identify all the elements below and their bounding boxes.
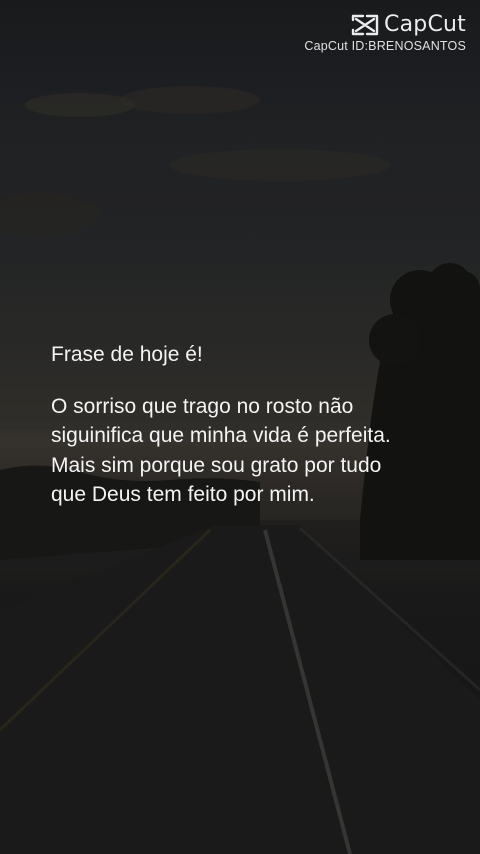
quote-line: que Deus tem feito por mim.: [51, 483, 315, 506]
watermark-brand: CapCut: [384, 12, 466, 37]
quote-block: Frase de hoje é! O sorriso que trago no …: [51, 340, 471, 510]
watermark-logo-row: CapCut: [304, 12, 466, 37]
quote-line: siguinifica que minha vida é perfeita.: [51, 424, 391, 447]
capcut-watermark: CapCut CapCut ID:BRENOSANTOS: [304, 12, 466, 53]
video-frame: CapCut CapCut ID:BRENOSANTOS Frase de ho…: [0, 0, 480, 854]
quote-line: O sorriso que trago no rosto não: [51, 394, 354, 418]
capcut-logo-icon: [351, 14, 379, 35]
watermark-id: CapCut ID:BRENOSANTOS: [304, 39, 466, 53]
quote-heading: Frase de hoje é!: [51, 343, 203, 366]
quote-line: Mais sim porque sou grato por tudo: [51, 453, 382, 477]
